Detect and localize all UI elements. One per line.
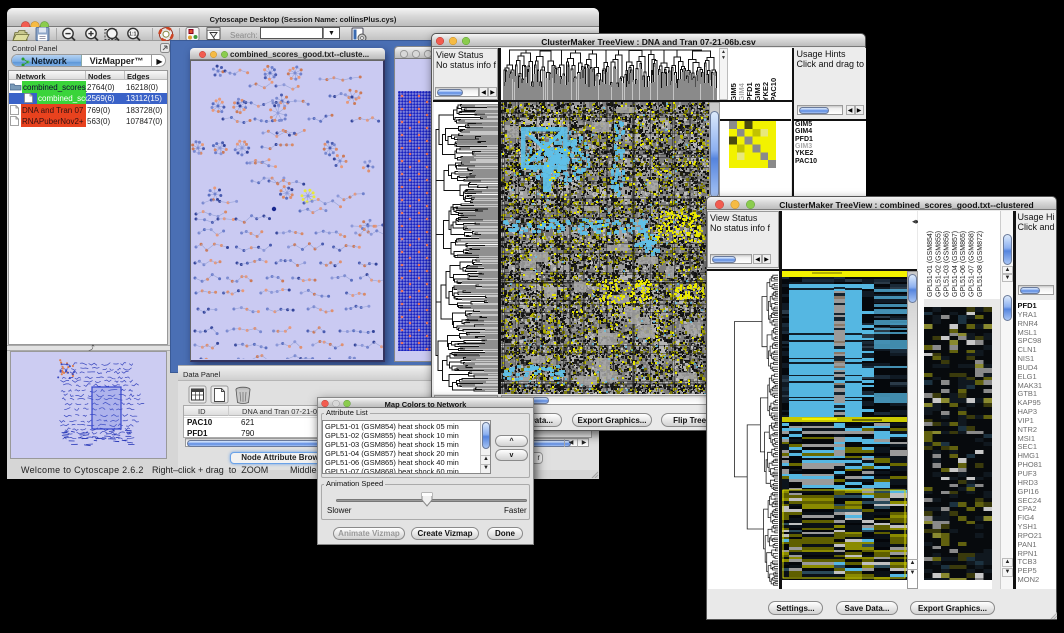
svg-text:GPL51-08 (GSM872): GPL51-08 (GSM872) [977, 231, 984, 297]
svg-text:GPL51-01 (GSM854): GPL51-01 (GSM854) [927, 231, 934, 297]
svg-text:PAC10: PAC10 [769, 78, 778, 102]
svg-text:GPL51-03 (GSM856): GPL51-03 (GSM856) [944, 231, 951, 297]
svg-text:GPL51-04 (GSM857): GPL51-04 (GSM857) [952, 231, 959, 297]
svg-text:GPL51-02 (GSM855): GPL51-02 (GSM855) [935, 231, 942, 297]
svg-text:GPL51-06 (GSM865): GPL51-06 (GSM865) [960, 231, 967, 297]
svg-text:GPL51-07 (GSM868): GPL51-07 (GSM868) [969, 231, 976, 297]
svg-text:1:1: 1:1 [129, 32, 136, 38]
